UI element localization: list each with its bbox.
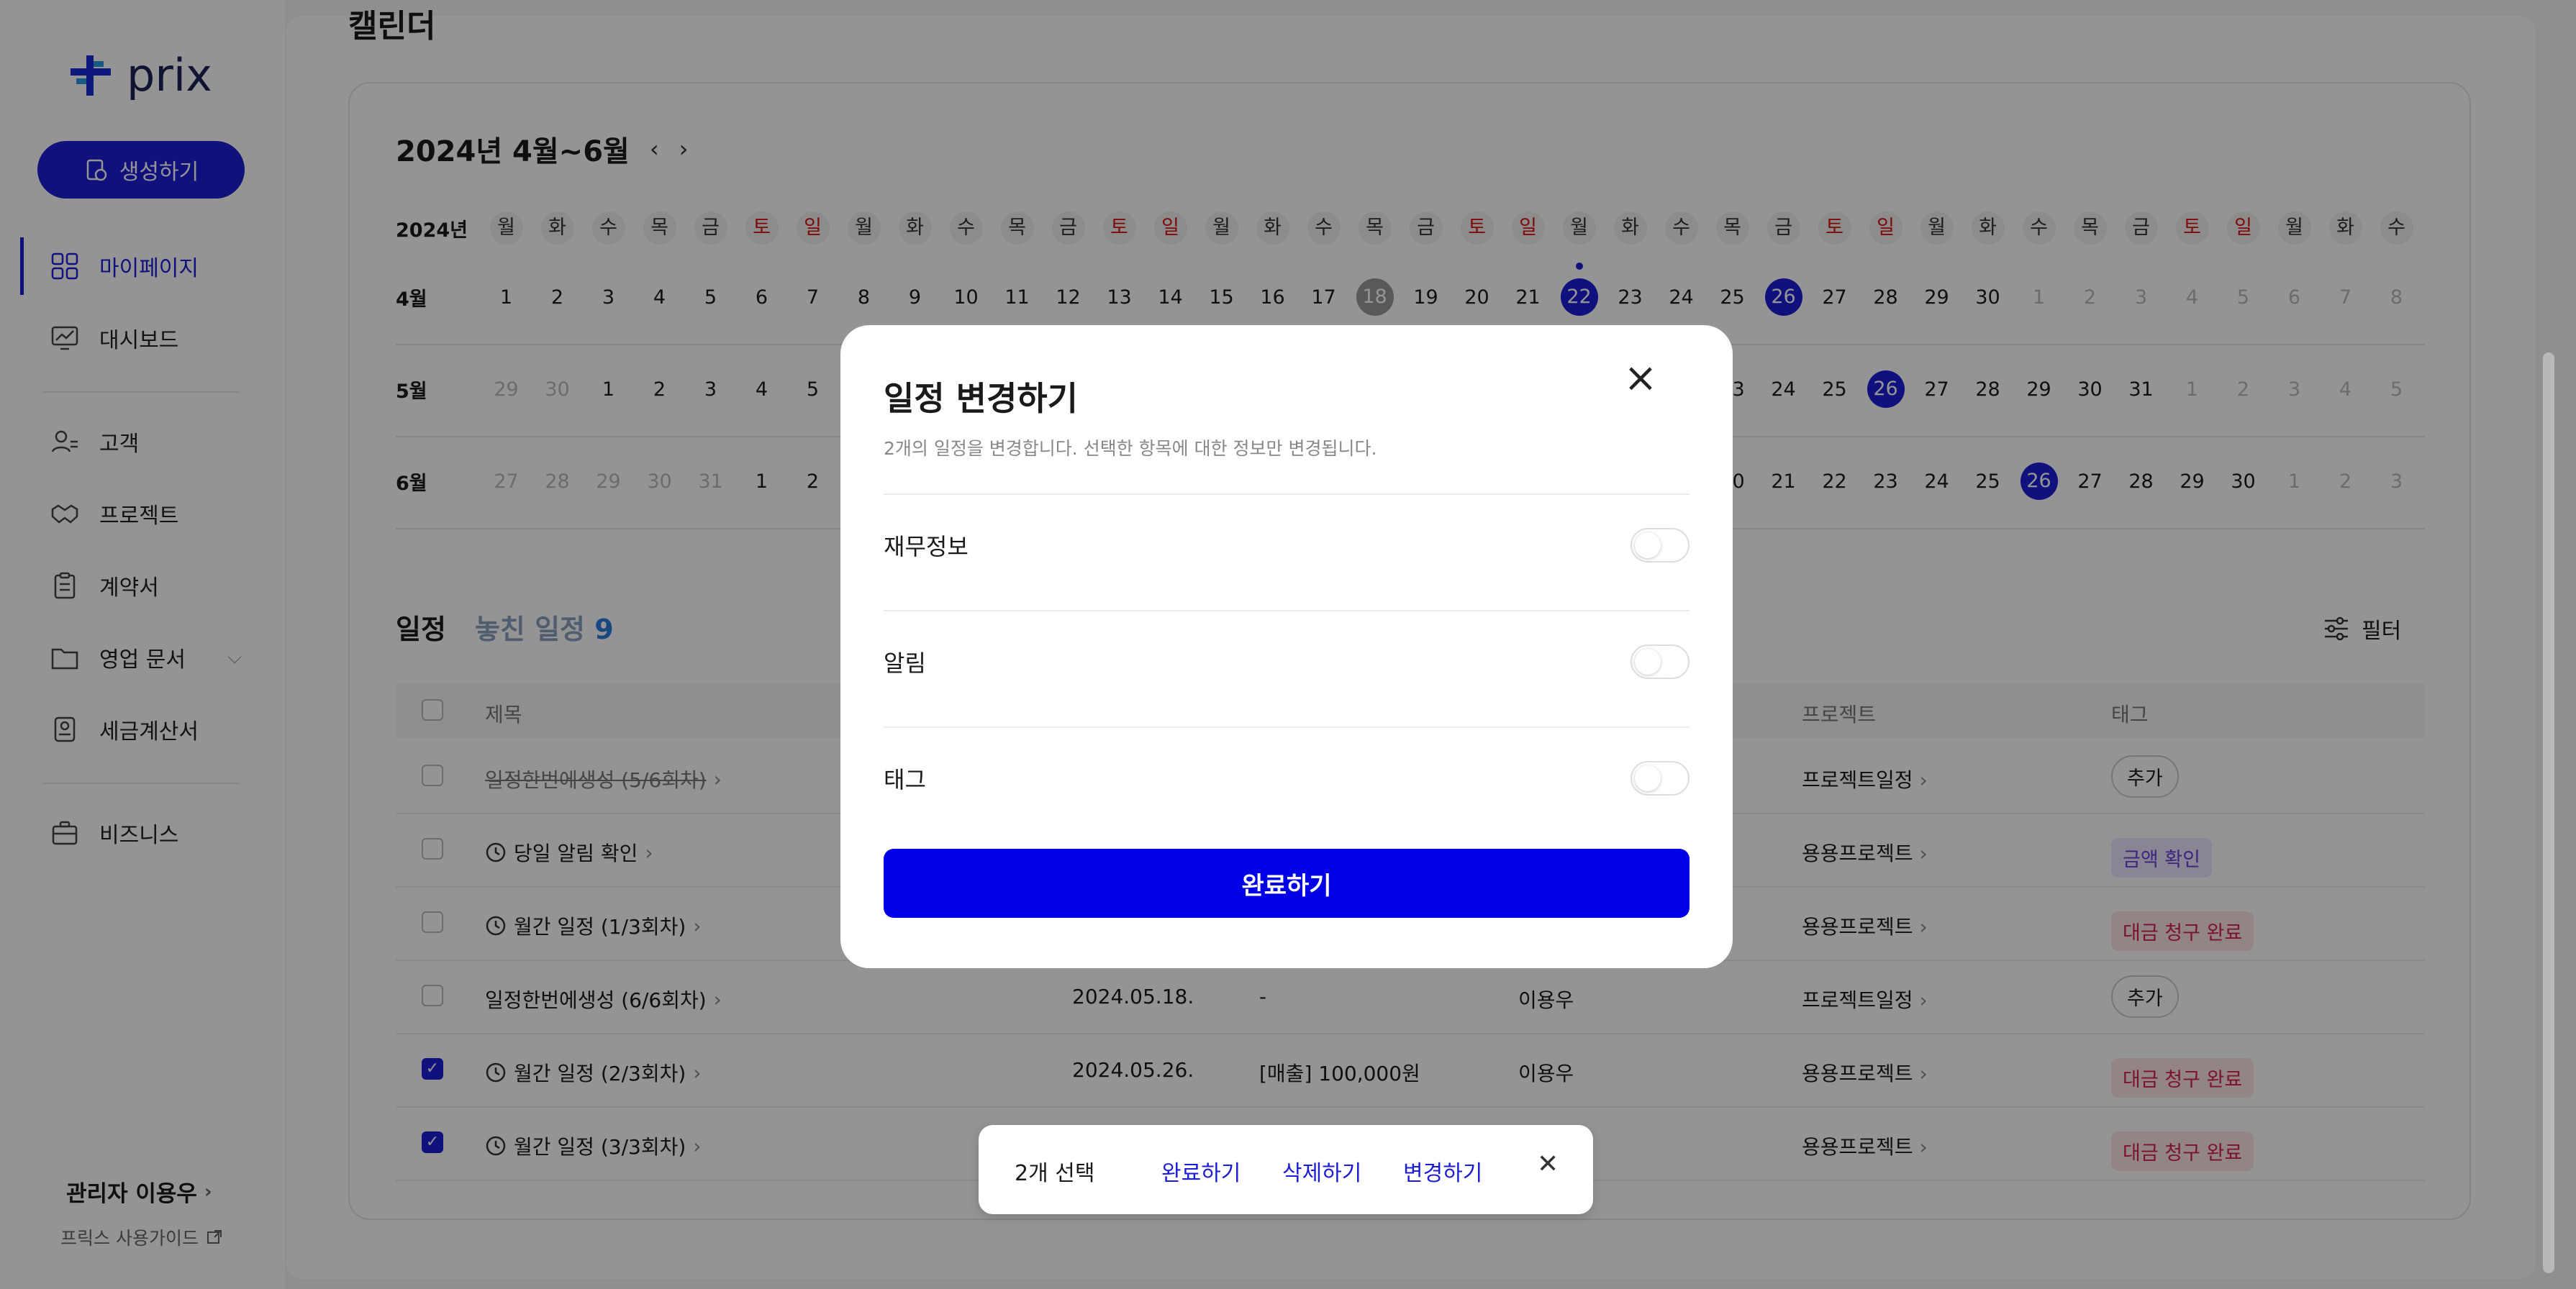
change-schedule-modal: 일정 변경하기 2개의 일정을 변경합니다. 선택한 항목에 대한 정보만 변경…: [840, 325, 1733, 968]
modal-title: 일정 변경하기: [884, 379, 1078, 418]
divider: [884, 493, 1690, 495]
tag-toggle[interactable]: [1631, 761, 1690, 796]
scrollbar[interactable]: [2543, 352, 2554, 1273]
close-icon[interactable]: ✕: [1537, 1149, 1559, 1179]
selection-action-bar: 2개 선택 완료하기 삭제하기 변경하기 ✕: [979, 1125, 1593, 1214]
option-finance: 재무정보: [884, 516, 1690, 574]
selected-count: 2개 선택: [1015, 1161, 1095, 1186]
divider: [884, 610, 1690, 611]
close-icon[interactable]: ×: [1619, 357, 1662, 400]
complete-action-button[interactable]: 완료하기: [1161, 1155, 1241, 1187]
option-label: 태그: [884, 766, 926, 793]
divider: [884, 727, 1690, 728]
submit-button[interactable]: 완료하기: [884, 849, 1690, 918]
option-label: 재무정보: [884, 533, 969, 560]
modal-subtitle: 2개의 일정을 변경합니다. 선택한 항목에 대한 정보만 변경됩니다.: [884, 438, 1377, 459]
finance-toggle[interactable]: [1631, 528, 1690, 562]
option-tag: 태그: [884, 750, 1690, 807]
change-action-button[interactable]: 변경하기: [1403, 1155, 1482, 1187]
notification-toggle[interactable]: [1631, 644, 1690, 679]
delete-action-button[interactable]: 삭제하기: [1282, 1155, 1361, 1187]
option-label: 알림: [884, 650, 926, 677]
option-notification: 알림: [884, 633, 1690, 691]
